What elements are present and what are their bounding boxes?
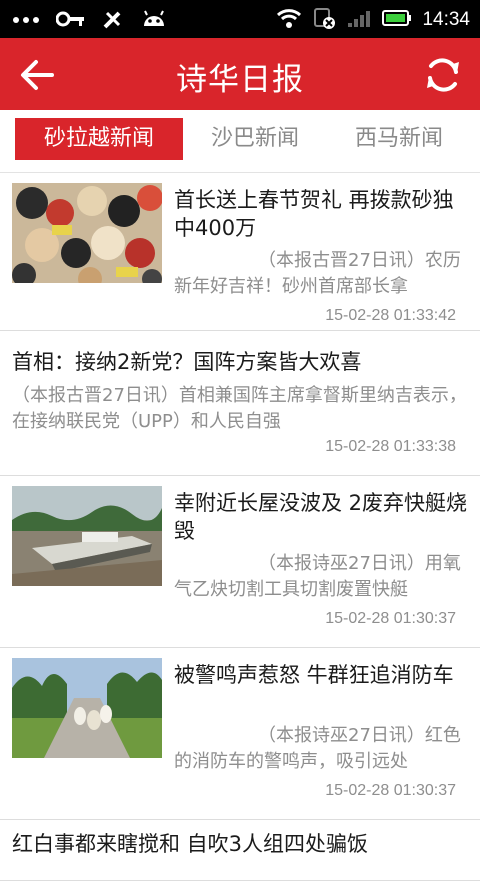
tab-sabah-news[interactable]: 沙巴新闻	[183, 118, 327, 160]
article-title: 被警鸣声惹怒 牛群狂追消防车	[174, 663, 454, 687]
article-title: 首长送上春节贺礼 再拨款砂独中400万	[174, 188, 454, 240]
article-time: 15-02-28 01:30:37	[325, 782, 456, 799]
battery-icon	[382, 8, 412, 32]
article-summary: （本报古晋27日讯）农历新年好吉祥！砂州首席部长拿	[174, 250, 461, 297]
article-summary: （本报诗巫27日讯）用氧气乙炔切割工具切割废置快艇	[174, 553, 461, 600]
tab-sarawak-news[interactable]: 砂拉越新闻	[15, 118, 183, 160]
article-list: 首长送上春节贺礼 再拨款砂独中400万 （本报古晋27日讯）农历新年好吉祥！砂州…	[0, 173, 480, 881]
refresh-button[interactable]	[424, 56, 462, 94]
key-icon	[55, 9, 86, 33]
boats-riverbank-photo	[12, 486, 162, 586]
region-tabs: 砂拉越新闻 沙巴新闻 西马新闻	[0, 110, 480, 173]
article-thumbnail	[12, 658, 162, 758]
article-time: 15-02-28 01:30:37	[325, 610, 456, 627]
article-time: 15-02-28 01:33:42	[325, 307, 456, 324]
status-bar: 14:34	[0, 0, 480, 38]
sim-missing-icon	[312, 6, 336, 34]
article-summary: （本报诗巫27日讯）红色的消防车的警鸣声，吸引远处	[174, 725, 461, 772]
cattle-road-photo	[12, 658, 162, 758]
tools-icon	[102, 8, 124, 34]
article-thumbnail	[12, 486, 162, 586]
article-time: 15-02-28 01:33:38	[325, 438, 456, 455]
list-item[interactable]: 红白事都来瞎搅和 自吹3人组四处骗饭	[0, 820, 480, 881]
article-title: 幸附近长屋没波及 2废弃快艇烧毁	[174, 491, 468, 543]
list-item[interactable]: 首长送上春节贺礼 再拨款砂独中400万 （本报古晋27日讯）农历新年好吉祥！砂州…	[0, 173, 480, 331]
article-summary: （本报古晋27日讯）首相兼国阵主席拿督斯里纳吉表示，在接纳联民党（UPP）和人民…	[12, 385, 467, 432]
article-title: 首相：接纳2新党？国阵方案皆大欢喜	[12, 350, 362, 374]
app-bar: 诗华日报	[0, 38, 480, 110]
list-item[interactable]: 首相：接纳2新党？国阵方案皆大欢喜 （本报古晋27日讯）首相兼国阵主席拿督斯里纳…	[0, 331, 480, 476]
more-dots-icon	[12, 9, 40, 33]
android-icon	[140, 8, 168, 34]
app-title: 诗华日报	[176, 62, 304, 98]
signal-icon	[346, 7, 372, 33]
list-item[interactable]: 幸附近长屋没波及 2废弃快艇烧毁 （本报诗巫27日讯）用氧气乙炔切割工具切割废置…	[0, 476, 480, 648]
wifi-icon	[276, 7, 302, 33]
tab-west-malaysia-news[interactable]: 西马新闻	[327, 118, 471, 160]
festival-crowd-photo	[12, 183, 162, 283]
article-thumbnail	[12, 183, 162, 283]
clock: 14:34	[422, 9, 470, 30]
refresh-icon	[427, 58, 459, 92]
list-item[interactable]: 被警鸣声惹怒 牛群狂追消防车 （本报诗巫27日讯）红色的消防车的警鸣声，吸引远处…	[0, 648, 480, 820]
